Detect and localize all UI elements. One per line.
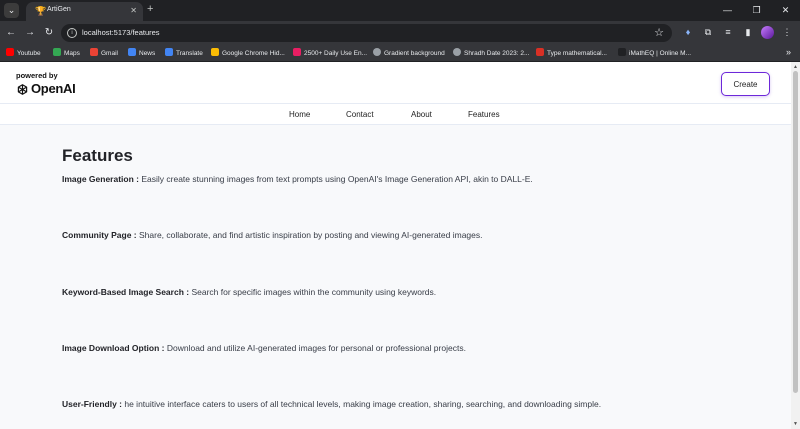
bookmark-label: Youtube xyxy=(17,50,41,57)
maps-icon xyxy=(53,48,61,56)
openai-knot-icon xyxy=(17,83,28,95)
extension-flame-icon[interactable]: ♦ xyxy=(681,25,695,40)
feature-description: he intuitive interface caters to users o… xyxy=(122,399,602,409)
more-bookmarks-icon[interactable]: » xyxy=(786,47,791,57)
bookmark-label: Translate xyxy=(176,50,203,57)
feature-description: Share, collaborate, and find artistic in… xyxy=(136,230,483,240)
bookmark-gradient[interactable]: Gradient background xyxy=(373,48,445,59)
feature-name: User-Friendly : xyxy=(62,399,122,409)
create-button[interactable]: Create xyxy=(721,72,770,96)
bookmark-english[interactable]: 2500+ Daily Use En... xyxy=(293,48,367,59)
bookmarks-bar: Youtube Maps Gmail News Translate Google… xyxy=(0,45,800,62)
close-window-icon[interactable]: ✕ xyxy=(771,0,800,21)
bookmark-translate[interactable]: Translate xyxy=(165,48,203,59)
feature-name: Image Download Option : xyxy=(62,343,165,353)
nav-link-contact[interactable]: Contact xyxy=(346,110,374,119)
bookmark-label: iMathEQ | Online M... xyxy=(629,50,692,57)
openai-logo[interactable]: OpenAI xyxy=(16,81,76,96)
globe-icon xyxy=(373,48,381,56)
active-tab[interactable]: 🏆 ArtiGen ✕ xyxy=(26,2,143,21)
feature-description: Search for specific images within the co… xyxy=(189,287,437,297)
imatheq-icon xyxy=(618,48,626,56)
profile-avatar-icon[interactable] xyxy=(761,26,774,39)
tab-title: ArtiGen xyxy=(47,6,71,13)
bookmark-star-icon[interactable]: ☆ xyxy=(654,26,664,39)
scrollbar-thumb[interactable] xyxy=(793,71,798,393)
bookmark-chrome-hidden[interactable]: Google Chrome Hid... xyxy=(211,48,285,59)
side-panel-icon[interactable]: ▮ xyxy=(741,25,755,40)
nav-link-features[interactable]: Features xyxy=(468,110,500,119)
bookmark-label: 2500+ Daily Use En... xyxy=(304,50,368,57)
tab-close-icon[interactable]: ✕ xyxy=(130,6,137,15)
bookmark-shradh[interactable]: Shradh Date 2023: 2... xyxy=(453,48,529,59)
feature-name: Community Page : xyxy=(62,230,137,240)
toolbar-actions: ♦ ⧉ ≡ ▮ ⋮ xyxy=(681,25,794,40)
page-viewport: powered by OpenAI Create Home Contact Ab… xyxy=(0,62,791,429)
math-doc-icon xyxy=(536,48,544,56)
scroll-down-arrow-icon[interactable]: ▼ xyxy=(793,421,798,427)
nav-link-home[interactable]: Home xyxy=(289,110,310,119)
back-arrow-icon[interactable]: ← xyxy=(4,26,18,40)
bookmark-youtube[interactable]: Youtube xyxy=(6,48,41,59)
globe-icon xyxy=(453,48,461,56)
news-icon xyxy=(128,48,136,56)
feature-item: User-Friendly : he intuitive interface c… xyxy=(62,399,601,409)
bookmark-label: Shradh Date 2023: 2... xyxy=(464,50,530,57)
bookmark-label: Gradient background xyxy=(384,50,445,57)
tab-search-chevron-icon[interactable]: ⌄ xyxy=(4,3,19,18)
feature-description: Download and utilize AI-generated images… xyxy=(164,343,466,353)
bookmark-label: Maps xyxy=(64,50,80,57)
bookmark-imatheq[interactable]: iMathEQ | Online M... xyxy=(618,48,691,59)
youtube-icon xyxy=(6,48,14,56)
media-queue-icon[interactable]: ≡ xyxy=(721,25,735,40)
gmail-icon xyxy=(90,48,98,56)
features-section: Features Image Generation : Easily creat… xyxy=(62,146,762,409)
page-scrollbar[interactable]: ▲ ▼ xyxy=(791,62,800,429)
bookmark-maps[interactable]: Maps xyxy=(53,48,80,59)
feature-name: Image Generation : xyxy=(62,174,139,184)
feature-item: Keyword-Based Image Search : Search for … xyxy=(62,287,436,297)
browser-toolbar: ← → ↻ i localhost:5173/features ☆ ♦ ⧉ ≡ … xyxy=(0,21,800,45)
menu-kebab-icon[interactable]: ⋮ xyxy=(780,25,794,40)
window-controls: — ❐ ✕ xyxy=(713,0,800,21)
address-bar[interactable]: i localhost:5173/features ☆ xyxy=(61,24,672,42)
english-site-icon xyxy=(293,48,301,56)
bookmark-math[interactable]: Type mathematical... xyxy=(536,48,607,59)
minimize-icon[interactable]: — xyxy=(713,0,742,21)
lightbulb-icon xyxy=(211,48,219,56)
restore-icon[interactable]: ❐ xyxy=(742,0,771,21)
reload-icon[interactable]: ↻ xyxy=(42,26,56,40)
feature-item: Community Page : Share, collaborate, and… xyxy=(62,230,483,240)
bookmark-label: Google Chrome Hid... xyxy=(222,50,285,57)
bookmark-gmail[interactable]: Gmail xyxy=(90,48,118,59)
site-navigation: Home Contact About Features xyxy=(0,104,791,125)
extensions-puzzle-icon[interactable]: ⧉ xyxy=(701,25,715,40)
nav-link-about[interactable]: About xyxy=(411,110,432,119)
feature-item: Image Download Option : Download and uti… xyxy=(62,343,466,353)
scroll-up-arrow-icon[interactable]: ▲ xyxy=(793,64,798,70)
translate-icon xyxy=(165,48,173,56)
site-header: powered by OpenAI Create xyxy=(0,62,791,104)
forward-arrow-icon[interactable]: → xyxy=(23,26,37,40)
site-info-icon[interactable]: i xyxy=(67,28,77,38)
bookmark-label: News xyxy=(139,50,156,57)
bookmark-label: Gmail xyxy=(101,50,118,57)
url-text[interactable]: localhost:5173/features xyxy=(82,28,160,37)
bookmark-label: Type mathematical... xyxy=(547,50,607,57)
feature-item: Image Generation : Easily create stunnin… xyxy=(62,174,533,184)
bookmark-news[interactable]: News xyxy=(128,48,155,59)
trophy-favicon-icon: 🏆 xyxy=(35,6,47,16)
feature-name: Keyword-Based Image Search : xyxy=(62,287,190,297)
powered-by-label: powered by xyxy=(16,71,58,80)
new-tab-plus-icon[interactable]: + xyxy=(147,3,153,16)
brand-name: OpenAI xyxy=(31,81,76,96)
tab-strip: ⌄ 🏆 ArtiGen ✕ + — ❐ ✕ xyxy=(0,0,800,21)
page-title: Features xyxy=(62,146,133,165)
feature-description: Easily create stunning images from text … xyxy=(139,174,533,184)
